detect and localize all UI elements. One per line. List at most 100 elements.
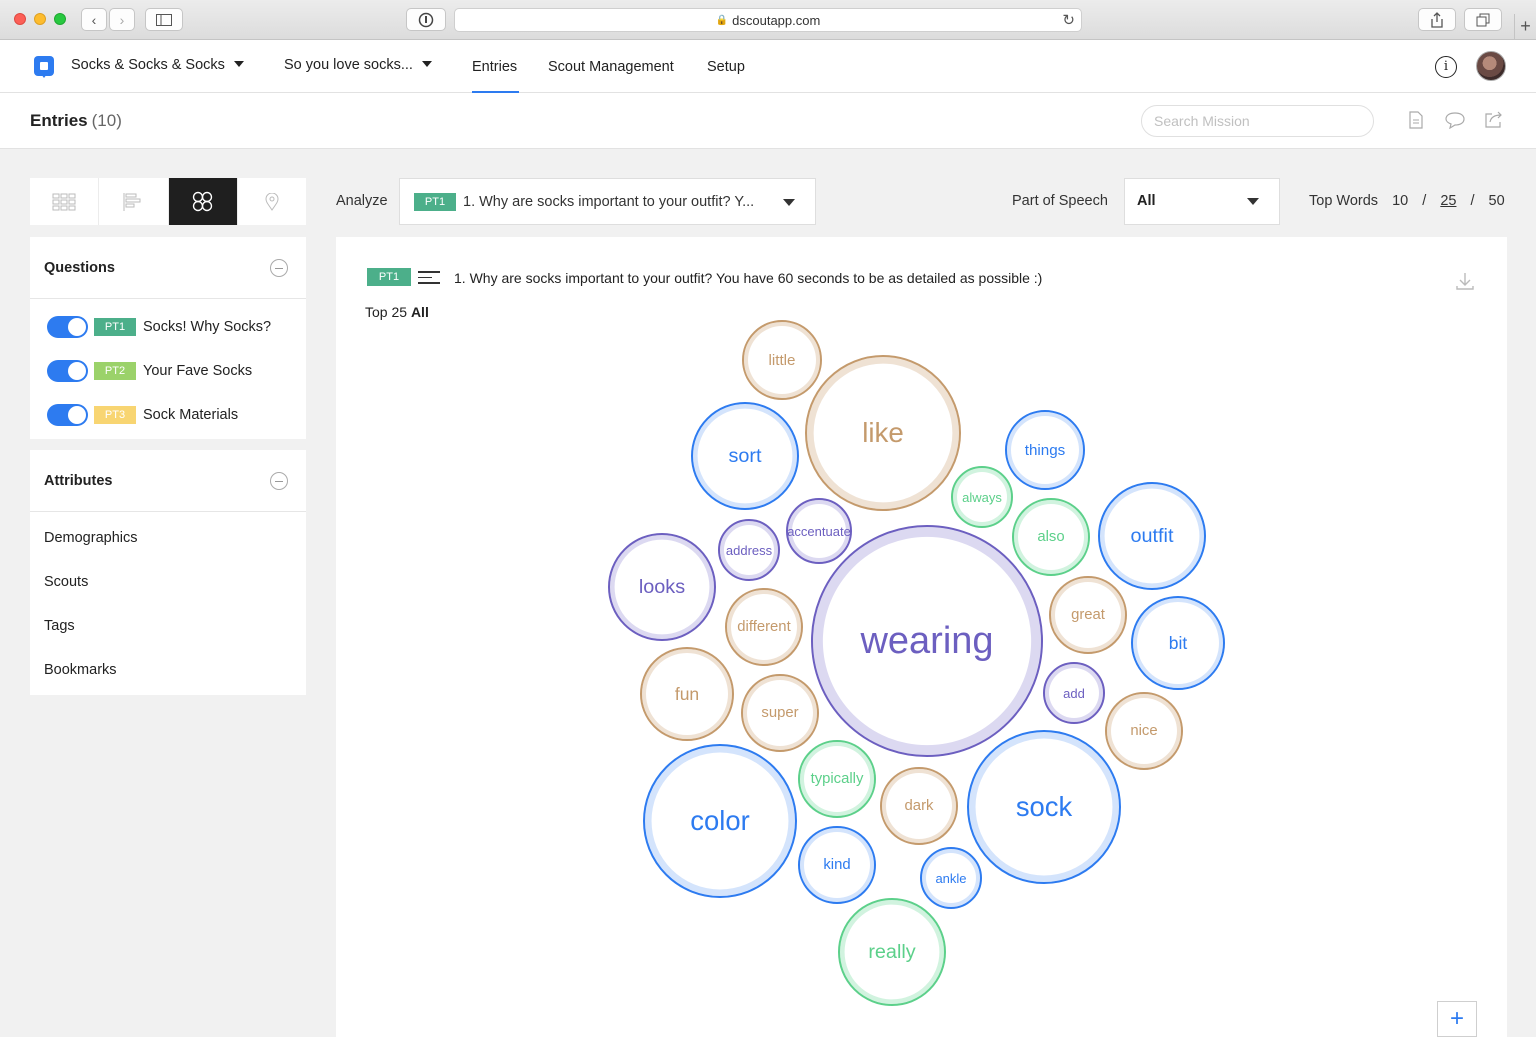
question-badge: PT3 (94, 406, 136, 424)
map-view-button[interactable] (238, 178, 306, 225)
question-toggle[interactable] (47, 360, 88, 382)
word-bubble-sock[interactable]: sock (967, 730, 1121, 884)
word-bubble-label: really (868, 940, 916, 963)
word-bubble-great[interactable]: great (1049, 576, 1127, 654)
part-of-speech-select[interactable]: All (1124, 178, 1280, 225)
collapse-icon[interactable] (270, 258, 288, 277)
attributes-heading: Attributes (44, 472, 113, 489)
question-item-pt3[interactable]: PT3 Sock Materials (30, 393, 306, 437)
word-bubble-label: little (768, 351, 796, 369)
bubble-view-button[interactable] (168, 178, 238, 225)
zoom-in-button[interactable]: + (1437, 1001, 1477, 1037)
project-selector[interactable]: Socks & Socks & Socks (71, 57, 244, 73)
word-bubble-nice[interactable]: nice (1105, 692, 1183, 770)
word-bubble-accentuate[interactable]: accentuate (786, 498, 852, 564)
chevron-down-icon (1247, 198, 1259, 205)
word-bubble-label: great (1071, 607, 1105, 623)
top-words-10[interactable]: 10 (1392, 193, 1408, 209)
word-bubble-typically[interactable]: typically (798, 740, 876, 818)
word-bubble-outfit[interactable]: outfit (1098, 482, 1206, 590)
comment-icon[interactable] (1444, 111, 1466, 134)
word-bubble-address[interactable]: address (718, 519, 780, 581)
word-bubble-super[interactable]: super (741, 674, 819, 752)
tab-entries[interactable]: Entries (472, 59, 517, 75)
reload-icon[interactable]: ↻ (1062, 11, 1075, 29)
share-icon (1431, 11, 1443, 28)
close-window-button[interactable] (14, 13, 26, 25)
forward-button[interactable]: › (109, 8, 135, 31)
word-bubble-sort[interactable]: sort (691, 402, 799, 510)
dscout-logo[interactable] (34, 56, 54, 78)
search-input[interactable] (1141, 105, 1374, 137)
question-text-icon[interactable] (418, 271, 440, 285)
share-button[interactable] (1418, 8, 1456, 31)
attribute-scouts[interactable]: Scouts (30, 560, 306, 604)
page-title: Entries (10) (30, 111, 122, 131)
collapse-icon[interactable] (270, 471, 288, 490)
question-badge: PT1 (367, 268, 411, 286)
attribute-bookmarks[interactable]: Bookmarks (30, 648, 306, 692)
word-bubble-also[interactable]: also (1012, 498, 1090, 576)
word-bubble-label: address (725, 542, 773, 558)
word-bubble-label: fun (674, 683, 700, 704)
export-icon[interactable] (1484, 111, 1504, 134)
address-bar[interactable]: 🔒 dscoutapp.com ↻ (454, 8, 1082, 32)
word-bubble-really[interactable]: really (838, 898, 946, 1006)
list-view-button[interactable] (99, 178, 169, 225)
selected-question: 1. Why are socks important to your outfi… (463, 193, 755, 210)
question-item-pt2[interactable]: PT2 Your Fave Socks (30, 349, 306, 393)
grid-view-button[interactable] (30, 178, 100, 225)
question-select[interactable]: PT1 1. Why are socks important to your o… (399, 178, 816, 225)
word-bubble-fun[interactable]: fun (640, 647, 734, 741)
word-bubble-add[interactable]: add (1043, 662, 1105, 724)
entries-header: Entries (10) (0, 93, 1536, 149)
sidebar-toggle-button[interactable] (145, 8, 183, 31)
tab-scout-management[interactable]: Scout Management (548, 59, 674, 75)
tabs-overview-button[interactable] (1464, 8, 1502, 31)
question-item-pt1[interactable]: PT1 Socks! Why Socks? (30, 305, 306, 349)
tab-setup[interactable]: Setup (707, 59, 745, 75)
back-button[interactable]: ‹ (81, 8, 107, 31)
top-count-label: Top 25 (365, 304, 408, 320)
word-bubble-always[interactable]: always (951, 466, 1013, 528)
part-of-speech-value: All (1137, 193, 1156, 209)
question-toggle[interactable] (47, 404, 88, 426)
minimize-window-button[interactable] (34, 13, 46, 25)
top-words-25[interactable]: 25 (1440, 193, 1456, 209)
word-bubble-label: ankle (935, 870, 967, 886)
avatar[interactable] (1476, 51, 1506, 81)
top-words-selector: Top Words 10 / 25 / 50 (1309, 193, 1505, 209)
word-bubble-bit[interactable]: bit (1131, 596, 1225, 690)
grid-icon (52, 193, 76, 210)
download-icon[interactable] (1455, 271, 1475, 296)
word-bubble-different[interactable]: different (725, 588, 803, 666)
new-tab-button[interactable]: + (1514, 14, 1536, 40)
attribute-tags[interactable]: Tags (30, 604, 306, 648)
sidebar-icon (156, 13, 172, 26)
top-words-50[interactable]: 50 (1489, 193, 1505, 209)
word-bubble-ankle[interactable]: ankle (920, 847, 982, 909)
word-bubble-things[interactable]: things (1005, 410, 1085, 490)
maximize-window-button[interactable] (54, 13, 66, 25)
analyze-label: Analyze (336, 193, 388, 209)
attribute-demographics[interactable]: Demographics (30, 516, 306, 560)
word-bubble-dark[interactable]: dark (880, 767, 958, 845)
word-bubble-looks[interactable]: looks (608, 533, 716, 641)
word-bubble-color[interactable]: color (643, 744, 797, 898)
chevron-down-icon (421, 61, 432, 67)
word-bubble-label: typically (810, 771, 864, 787)
question-toggle[interactable] (47, 316, 88, 338)
privacy-report-button[interactable] (406, 8, 446, 31)
word-bubble-wearing[interactable]: wearing (811, 525, 1043, 757)
info-icon[interactable]: i (1435, 56, 1457, 78)
word-bubble-little[interactable]: little (742, 320, 822, 400)
word-bubble-like[interactable]: like (805, 355, 961, 511)
question-badge: PT1 (94, 318, 136, 336)
top-words-label: Top Words (1309, 193, 1379, 209)
question-badge: PT2 (94, 362, 136, 380)
page-title-text: Entries (30, 111, 88, 130)
lock-icon: 🔒 (715, 14, 729, 26)
document-icon[interactable] (1408, 111, 1424, 134)
word-bubble-kind[interactable]: kind (798, 826, 876, 904)
mission-selector[interactable]: So you love socks... (284, 57, 432, 73)
